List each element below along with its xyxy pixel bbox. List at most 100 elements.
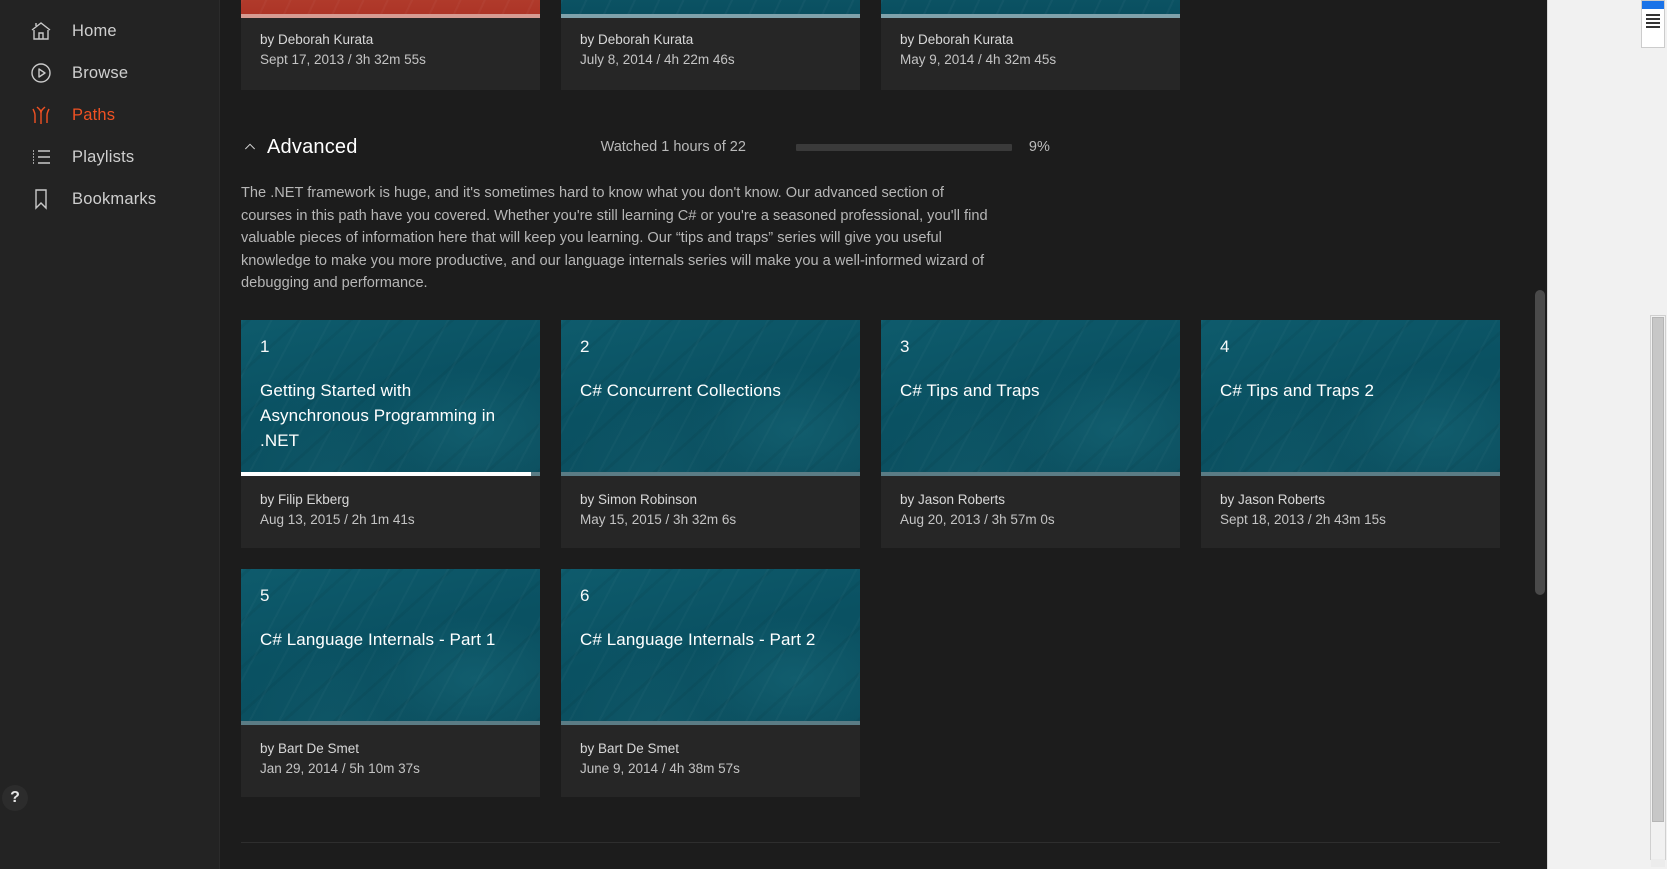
course-thumbnail: 2 C# Concurrent Collections [561, 320, 860, 472]
course-author: by Bart De Smet [260, 739, 521, 759]
section-watched-text: Watched 1 hours of 22 [601, 139, 746, 155]
course-date-duration: Aug 20, 2013 / 3h 57m 0s [900, 510, 1161, 530]
list-icon [28, 144, 54, 170]
course-card[interactable]: 6 C# Language Internals - Part 2 by Bart D… [561, 569, 860, 797]
course-card[interactable]: 3 C# Tips and Traps by Jason RobertsAug 20… [881, 320, 1180, 548]
paths-icon [28, 102, 54, 128]
course-author: by Deborah Kurata [580, 30, 841, 50]
sidebar-item-bookmarks[interactable]: Bookmarks [0, 178, 219, 220]
section-header-advanced[interactable]: Advanced Watched 1 hours of 22 9% [241, 132, 1643, 162]
section-progress-percent: 9% [1029, 139, 1050, 155]
course-thumbnail: 4 C# Tips and Traps 2 [1201, 320, 1500, 472]
page-scrollbar-thumb[interactable] [1535, 290, 1545, 595]
course-date-duration: May 15, 2015 / 3h 32m 6s [580, 510, 841, 530]
app-window: Home Browse Paths [0, 0, 1667, 869]
home-icon [28, 18, 54, 44]
sidebar-item-label: Bookmarks [72, 190, 156, 209]
course-meta: by Bart De SmetJune 9, 2014 / 4h 38m 57s [561, 725, 860, 797]
course-title: C# Language Internals - Part 1 [260, 627, 521, 652]
course-meta: by Deborah Kurata May 9, 2014 / 4h 32m 4… [881, 18, 1180, 90]
content-wrapper: by Deborah Kurata Sept 17, 2013 / 3h 32m… [220, 0, 1667, 843]
course-thumbnail: 5 C# Language Internals - Part 1 [241, 569, 540, 721]
course-progress-strip [561, 472, 860, 476]
section-description: The .NET framework is huge, and it's som… [241, 182, 996, 295]
course-title: Getting Started with Asynchronous Progra… [260, 378, 521, 453]
course-author: by Deborah Kurata [900, 30, 1161, 50]
course-number: 6 [580, 587, 841, 605]
course-card[interactable]: 5 C# Language Internals - Part 1 by Bart D… [241, 569, 540, 797]
browser-titlebar [1642, 1, 1664, 9]
bookmark-icon [28, 186, 54, 212]
help-button[interactable]: ? [2, 785, 28, 811]
course-author: by Filip Ekberg [260, 490, 521, 510]
browser-scrollbar-track[interactable] [1650, 315, 1666, 860]
course-card[interactable]: 1 Getting Started with Asynchronous Progr… [241, 320, 540, 548]
course-progress-strip [881, 472, 1180, 476]
course-author: by Simon Robinson [580, 490, 841, 510]
course-date-duration: Aug 13, 2015 / 2h 1m 41s [260, 510, 521, 530]
course-author: by Deborah Kurata [260, 30, 521, 50]
sidebar-item-paths[interactable]: Paths [0, 94, 219, 136]
sidebar-item-label: Browse [72, 64, 128, 83]
course-number: 3 [900, 338, 1161, 356]
course-date-duration: Jan 29, 2014 / 5h 10m 37s [260, 759, 521, 779]
course-title: C# Concurrent Collections [580, 378, 841, 403]
course-card[interactable]: 4 C# Tips and Traps 2 by Jason RobertsSept… [1201, 320, 1500, 548]
course-title: C# Tips and Traps 2 [1220, 378, 1481, 403]
course-author: by Bart De Smet [580, 739, 841, 759]
course-meta: by Deborah Kurata Sept 17, 2013 / 3h 32m… [241, 18, 540, 90]
sidebar-item-label: Home [72, 22, 117, 41]
sidebar-item-browse[interactable]: Browse [0, 52, 219, 94]
course-progress-strip [1201, 472, 1500, 476]
course-thumbnail [881, 0, 1180, 14]
section-progress-bar [796, 144, 1012, 151]
course-meta: by Deborah Kurata July 8, 2014 / 4h 22m … [561, 18, 860, 90]
main-content: by Deborah Kurata Sept 17, 2013 / 3h 32m… [220, 0, 1667, 869]
course-meta: by Jason RobertsAug 20, 2013 / 3h 57m 0s [881, 476, 1180, 548]
course-title: C# Tips and Traps [900, 378, 1161, 403]
sidebar-item-label: Paths [72, 106, 115, 125]
course-number: 5 [260, 587, 521, 605]
course-title: C# Language Internals - Part 2 [580, 627, 841, 652]
course-card[interactable]: by Deborah Kurata July 8, 2014 / 4h 22m … [561, 0, 860, 90]
play-circle-icon [28, 60, 54, 86]
sidebar: Home Browse Paths [0, 0, 220, 869]
section-title: Advanced [267, 136, 358, 159]
browser-scrollbar-thumb[interactable] [1652, 317, 1664, 822]
course-thumbnail: 3 C# Tips and Traps [881, 320, 1180, 472]
chevron-up-icon[interactable] [241, 138, 259, 156]
course-progress-strip [241, 472, 540, 476]
course-meta: by Bart De SmetJan 29, 2014 / 5h 10m 37s [241, 725, 540, 797]
course-thumbnail: 6 C# Language Internals - Part 2 [561, 569, 860, 721]
browser-mini-panel[interactable] [1641, 0, 1665, 48]
previous-section-card-row: by Deborah Kurata Sept 17, 2013 / 3h 32m… [241, 0, 1643, 90]
course-card[interactable]: 2 C# Concurrent Collections by Simon Robin… [561, 320, 860, 548]
course-date-duration: Sept 18, 2013 / 2h 43m 15s [1220, 510, 1481, 530]
course-meta: by Filip EkbergAug 13, 2015 / 2h 1m 41s [241, 476, 540, 548]
course-number: 2 [580, 338, 841, 356]
course-progress-fill [241, 472, 531, 476]
scroll-down-arrow-icon[interactable] [1651, 859, 1665, 867]
browser-gutter [1547, 0, 1667, 869]
course-grid: 1 Getting Started with Asynchronous Progr… [241, 320, 1643, 797]
sidebar-item-label: Playlists [72, 148, 134, 167]
course-card[interactable]: by Deborah Kurata Sept 17, 2013 / 3h 32m… [241, 0, 540, 90]
course-date-duration: May 9, 2014 / 4h 32m 45s [900, 50, 1161, 70]
course-meta: by Jason RobertsSept 18, 2013 / 2h 43m 1… [1201, 476, 1500, 548]
course-progress-strip [241, 721, 540, 725]
course-author: by Jason Roberts [900, 490, 1161, 510]
page-scrollbar[interactable] [1533, 0, 1547, 869]
sidebar-item-home[interactable]: Home [0, 10, 219, 52]
course-thumbnail [241, 0, 540, 14]
hamburger-icon[interactable] [1646, 14, 1660, 28]
course-author: by Jason Roberts [1220, 490, 1481, 510]
course-number: 4 [1220, 338, 1481, 356]
course-thumbnail [561, 0, 860, 14]
course-thumbnail: 1 Getting Started with Asynchronous Progr… [241, 320, 540, 472]
sidebar-item-playlists[interactable]: Playlists [0, 136, 219, 178]
course-number: 1 [260, 338, 521, 356]
course-date-duration: July 8, 2014 / 4h 22m 46s [580, 50, 841, 70]
course-date-duration: June 9, 2014 / 4h 38m 57s [580, 759, 841, 779]
course-progress-strip [561, 721, 860, 725]
course-card[interactable]: by Deborah Kurata May 9, 2014 / 4h 32m 4… [881, 0, 1180, 90]
